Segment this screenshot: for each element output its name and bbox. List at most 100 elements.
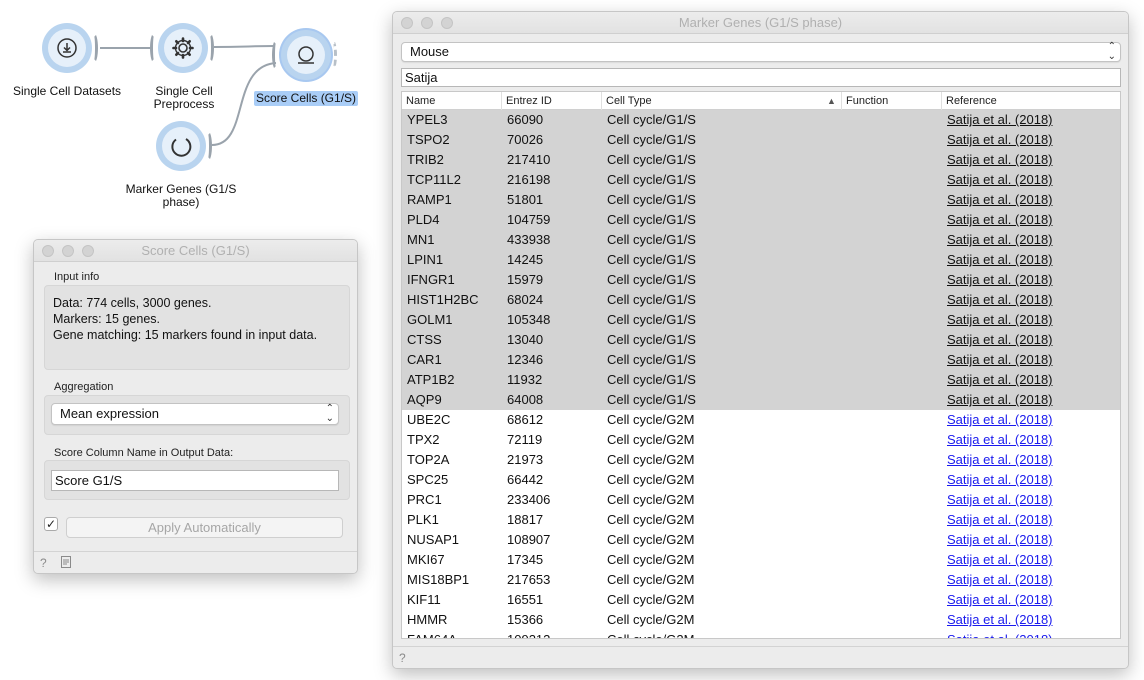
table-row[interactable]: ATP1B2 11932 Cell cycle/G1/S Satija et al. … bbox=[402, 370, 1120, 390]
column-header-function[interactable]: Function bbox=[842, 92, 942, 110]
reference-link[interactable]: Satija et al. (2018) bbox=[947, 190, 1053, 210]
reference-link[interactable]: Satija et al. (2018) bbox=[947, 610, 1053, 630]
workflow-canvas[interactable]: Single Cell Datasets Single Cell Preproc… bbox=[0, 0, 390, 230]
apply-automatically-button[interactable]: Apply Automatically bbox=[66, 517, 343, 538]
close-button[interactable] bbox=[401, 17, 413, 29]
table-row[interactable]: MKI67 17345 Cell cycle/G2M Satija et al. (2… bbox=[402, 550, 1120, 570]
cell-name: IFNGR1 bbox=[407, 272, 455, 287]
help-icon[interactable]: ? bbox=[40, 556, 47, 570]
reference-link[interactable]: Satija et al. (2018) bbox=[947, 370, 1053, 390]
reference-link[interactable]: Satija et al. (2018) bbox=[947, 470, 1053, 490]
reference-link[interactable]: Satija et al. (2018) bbox=[947, 590, 1053, 610]
table-row[interactable]: TOP2A 21973 Cell cycle/G2M Satija et al. (2… bbox=[402, 450, 1120, 470]
node-score-cells[interactable] bbox=[281, 30, 331, 80]
info-markers-line: Markers: 15 genes. bbox=[53, 312, 160, 326]
table-row[interactable]: LPIN1 14245 Cell cycle/G1/S Satija et al. (… bbox=[402, 250, 1120, 270]
reference-link[interactable]: Satija et al. (2018) bbox=[947, 110, 1053, 130]
cell-entrez-id: 108907 bbox=[507, 532, 551, 547]
table-row[interactable]: TCP11L2 216198 Cell cycle/G1/S Satija et al… bbox=[402, 170, 1120, 190]
reference-link[interactable]: Satija et al. (2018) bbox=[947, 390, 1053, 410]
table-row[interactable]: IFNGR1 15979 Cell cycle/G1/S Satija et al. … bbox=[402, 270, 1120, 290]
marker-genes-table[interactable]: Name Entrez ID Cell Type ▲ Function Refe… bbox=[401, 91, 1121, 639]
aggregation-select[interactable]: Mean expression ⌃ ⌄ bbox=[51, 403, 339, 425]
table-row[interactable]: AQP9 64008 Cell cycle/G1/S Satija et al. (2… bbox=[402, 390, 1120, 410]
table-row[interactable]: NUSAP1 108907 Cell cycle/G2M Satija et al. … bbox=[402, 530, 1120, 550]
marker-genes-window[interactable]: Marker Genes (G1/S phase) Mouse ⌃ ⌄ Satij… bbox=[392, 11, 1129, 669]
node-output-port[interactable] bbox=[329, 40, 337, 70]
reference-link[interactable]: Satija et al. (2018) bbox=[947, 230, 1053, 250]
cell-cell-type: Cell cycle/G1/S bbox=[607, 332, 696, 347]
node-single-cell-datasets[interactable] bbox=[42, 23, 92, 73]
reference-link[interactable]: Satija et al. (2018) bbox=[947, 490, 1053, 510]
cell-cell-type: Cell cycle/G2M bbox=[607, 612, 695, 627]
node-output-port[interactable] bbox=[206, 33, 214, 63]
window-controls[interactable] bbox=[401, 17, 453, 29]
score-column-input[interactable]: Score G1/S bbox=[51, 470, 339, 491]
zoom-button[interactable] bbox=[441, 17, 453, 29]
table-row[interactable]: RAMP1 51801 Cell cycle/G1/S Satija et al. (… bbox=[402, 190, 1120, 210]
window-titlebar[interactable]: Score Cells (G1/S) bbox=[34, 240, 357, 262]
table-row[interactable]: PRC1 233406 Cell cycle/G2M Satija et al. (2… bbox=[402, 490, 1120, 510]
table-row[interactable]: FAM64A 109212 Cell cycle/G2M Satija et al. … bbox=[402, 630, 1120, 638]
reference-link[interactable]: Satija et al. (2018) bbox=[947, 510, 1053, 530]
table-row[interactable]: TSPO2 70026 Cell cycle/G1/S Satija et al. (… bbox=[402, 130, 1120, 150]
reference-link[interactable]: Satija et al. (2018) bbox=[947, 250, 1053, 270]
column-header-reference[interactable]: Reference bbox=[942, 92, 1120, 110]
node-input-port[interactable] bbox=[150, 33, 158, 63]
table-row[interactable]: HMMR 15366 Cell cycle/G2M Satija et al. (20… bbox=[402, 610, 1120, 630]
table-row[interactable]: PLD4 104759 Cell cycle/G1/S Satija et al. (… bbox=[402, 210, 1120, 230]
window-controls[interactable] bbox=[42, 245, 94, 257]
column-header-name[interactable]: Name bbox=[402, 92, 502, 110]
table-row[interactable]: UBE2C 68612 Cell cycle/G2M Satija et al. (2… bbox=[402, 410, 1120, 430]
node-output-port[interactable] bbox=[90, 33, 98, 63]
table-row[interactable]: TPX2 72119 Cell cycle/G2M Satija et al. (20… bbox=[402, 430, 1120, 450]
apply-automatically-checkbox[interactable]: ✓ bbox=[44, 517, 58, 531]
column-header-cell-type[interactable]: Cell Type bbox=[602, 92, 842, 110]
table-row[interactable]: HIST1H2BC 68024 Cell cycle/G1/S Satija et a… bbox=[402, 290, 1120, 310]
minimize-button[interactable] bbox=[421, 17, 433, 29]
table-row[interactable]: CTSS 13040 Cell cycle/G1/S Satija et al. (2… bbox=[402, 330, 1120, 350]
node-label-preprocess: Single Cell Preprocess bbox=[153, 84, 215, 111]
node-marker-genes[interactable] bbox=[156, 121, 206, 171]
column-header-entrez-id[interactable]: Entrez ID bbox=[502, 92, 602, 110]
close-button[interactable] bbox=[42, 245, 54, 257]
node-output-port[interactable] bbox=[204, 131, 212, 161]
help-icon[interactable]: ? bbox=[399, 651, 406, 665]
node-input-port[interactable] bbox=[272, 40, 280, 70]
filter-input[interactable]: Satija bbox=[401, 68, 1121, 87]
reference-link[interactable]: Satija et al. (2018) bbox=[947, 290, 1053, 310]
zoom-button[interactable] bbox=[82, 245, 94, 257]
reference-link[interactable]: Satija et al. (2018) bbox=[947, 550, 1053, 570]
cell-entrez-id: 216198 bbox=[507, 172, 551, 187]
reference-link[interactable]: Satija et al. (2018) bbox=[947, 330, 1053, 350]
reference-link[interactable]: Satija et al. (2018) bbox=[947, 350, 1053, 370]
score-cells-window[interactable]: Score Cells (G1/S) Input info Data: 774 … bbox=[33, 239, 358, 574]
table-row[interactable]: TRIB2 217410 Cell cycle/G1/S Satija et al. … bbox=[402, 150, 1120, 170]
reference-link[interactable]: Satija et al. (2018) bbox=[947, 210, 1053, 230]
reference-link[interactable]: Satija et al. (2018) bbox=[947, 530, 1053, 550]
table-row[interactable]: PLK1 18817 Cell cycle/G2M Satija et al. (20… bbox=[402, 510, 1120, 530]
window-titlebar[interactable]: Marker Genes (G1/S phase) bbox=[393, 12, 1128, 34]
reference-link[interactable]: Satija et al. (2018) bbox=[947, 130, 1053, 150]
reference-link[interactable]: Satija et al. (2018) bbox=[947, 310, 1053, 330]
table-row[interactable]: GOLM1 105348 Cell cycle/G1/S Satija et al. … bbox=[402, 310, 1120, 330]
table-row[interactable]: MN1 433938 Cell cycle/G1/S Satija et al. (2… bbox=[402, 230, 1120, 250]
reference-link[interactable]: Satija et al. (2018) bbox=[947, 430, 1053, 450]
table-row[interactable]: CAR1 12346 Cell cycle/G1/S Satija et al. (2… bbox=[402, 350, 1120, 370]
reference-link[interactable]: Satija et al. (2018) bbox=[947, 410, 1053, 430]
node-single-cell-preprocess[interactable] bbox=[158, 23, 208, 73]
minimize-button[interactable] bbox=[62, 245, 74, 257]
reference-link[interactable]: Satija et al. (2018) bbox=[947, 630, 1053, 638]
status-bar: ? bbox=[34, 551, 357, 573]
reference-link[interactable]: Satija et al. (2018) bbox=[947, 450, 1053, 470]
reference-link[interactable]: Satija et al. (2018) bbox=[947, 270, 1053, 290]
reference-link[interactable]: Satija et al. (2018) bbox=[947, 150, 1053, 170]
reference-link[interactable]: Satija et al. (2018) bbox=[947, 570, 1053, 590]
report-icon[interactable] bbox=[61, 556, 71, 571]
reference-link[interactable]: Satija et al. (2018) bbox=[947, 170, 1053, 190]
table-row[interactable]: MIS18BP1 217653 Cell cycle/G2M Satija et al… bbox=[402, 570, 1120, 590]
table-row[interactable]: SPC25 66442 Cell cycle/G2M Satija et al. (2… bbox=[402, 470, 1120, 490]
table-row[interactable]: KIF11 16551 Cell cycle/G2M Satija et al. (2… bbox=[402, 590, 1120, 610]
table-row[interactable]: YPEL3 66090 Cell cycle/G1/S Satija et al. (… bbox=[402, 110, 1120, 130]
organism-select[interactable]: Mouse ⌃ ⌄ bbox=[401, 42, 1121, 62]
